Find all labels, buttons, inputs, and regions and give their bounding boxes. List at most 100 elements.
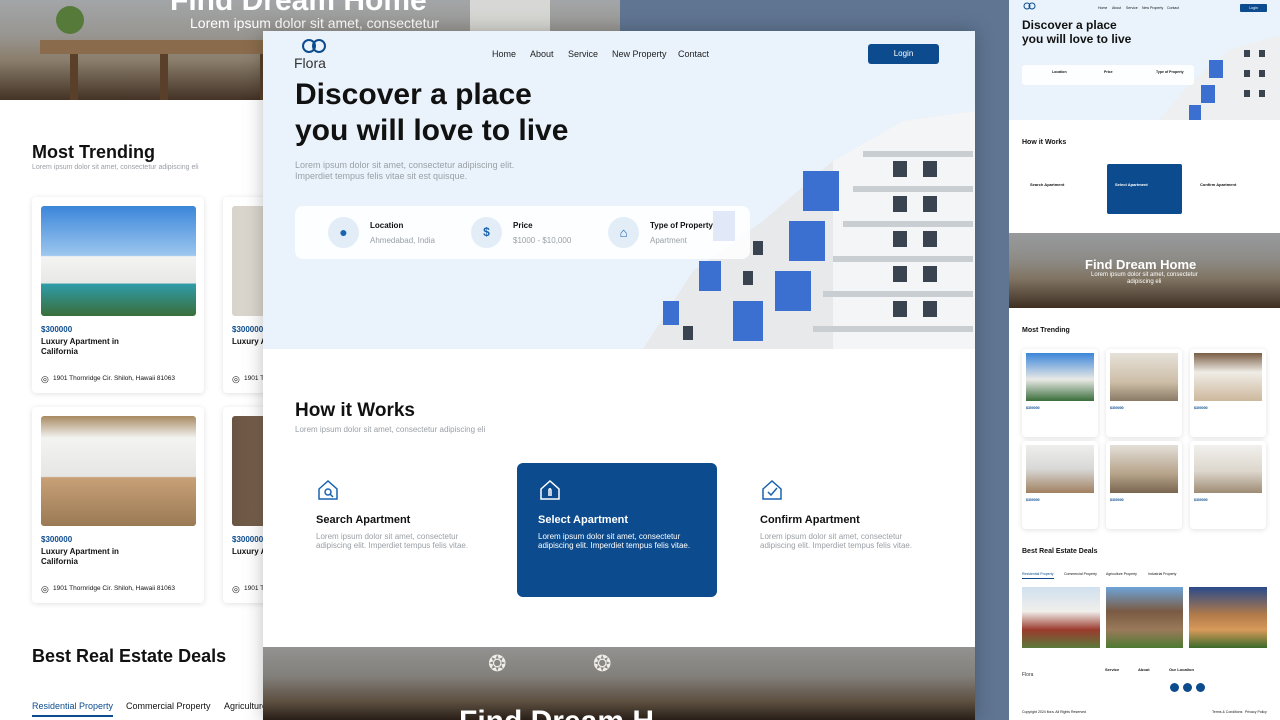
mini-step-title: Search Apartment xyxy=(1030,182,1065,187)
mini-footer-col-service: Service xyxy=(1105,667,1120,672)
mini-footer-privacy[interactable]: Privacy Policy xyxy=(1245,710,1267,714)
deal-tab-commercial[interactable]: Commercial Property xyxy=(126,701,211,711)
dollar-icon: $ xyxy=(471,217,502,248)
property-price: $300000 xyxy=(232,325,264,334)
search-location-label: Location xyxy=(370,221,404,230)
property-image xyxy=(41,206,196,316)
mini-dream-title: Find Dream Home xyxy=(1085,257,1197,272)
mini-card-price: $300000 xyxy=(1026,406,1040,410)
mini-footer-logo: Flora xyxy=(1022,672,1034,678)
house-icon: ⌂ xyxy=(608,217,639,248)
location-pin-icon: ◎ xyxy=(41,584,49,594)
mini-footer-copyright: Copyright 2024 flora. All Rights Reserve… xyxy=(1022,710,1087,714)
hero-section: Flora Home About Service New Property Co… xyxy=(263,31,975,349)
chandelier-icon: ❂ xyxy=(593,651,612,676)
mini-hero-title-line1: Discover a place xyxy=(1022,18,1117,32)
mini-card-price: $300000 xyxy=(1026,498,1040,502)
mini-search-price[interactable]: Price xyxy=(1104,70,1113,74)
mini-hero-title-line2: you will love to live xyxy=(1022,32,1132,46)
mini-nav-home[interactable]: Home xyxy=(1098,6,1107,10)
nav-about[interactable]: About xyxy=(530,49,554,59)
mini-card[interactable]: $300000 xyxy=(1022,349,1098,437)
search-location[interactable]: ● Location Ahmedabad, India xyxy=(328,216,458,250)
nav-home[interactable]: Home xyxy=(492,49,516,59)
login-button[interactable]: Login xyxy=(868,44,939,64)
property-card[interactable]: $300000 Luxury Apartment in California ◎… xyxy=(32,407,204,603)
flora-logo-icon xyxy=(302,39,326,53)
search-type-value: Apartment xyxy=(650,236,687,245)
mini-deal-image xyxy=(1106,587,1183,648)
property-title: Luxury Apartment in California xyxy=(41,547,119,566)
property-price: $300000 xyxy=(41,325,73,334)
mini-nav-contact[interactable]: Contact xyxy=(1167,6,1179,10)
mini-nav-new-property[interactable]: New Property xyxy=(1142,6,1163,10)
mini-card[interactable]: $300000 xyxy=(1190,441,1266,529)
property-card[interactable]: $300000 Luxury Apartment in California ◎… xyxy=(32,197,204,393)
logo[interactable]: Flora xyxy=(294,38,334,74)
left-trending-subtitle: Lorem ipsum dolor sit amet, consectetur … xyxy=(32,164,199,171)
hero-title-line1: Discover a place xyxy=(295,78,532,111)
location-pin-icon: ◎ xyxy=(232,584,240,594)
mini-deal-tab-industrial[interactable]: Industrial Property xyxy=(1148,572,1176,576)
step-title: Search Apartment xyxy=(316,514,411,526)
mini-deal-tab-commercial[interactable]: Commercial Property xyxy=(1064,572,1097,576)
house-check-icon xyxy=(762,479,782,500)
mini-dream-section: Find Dream Home Lorem ipsum dolor sit am… xyxy=(1009,233,1280,308)
step-text: adipiscing elit. Imperdiet tempus felis … xyxy=(538,541,691,550)
mini-card-price: $300000 xyxy=(1194,498,1208,502)
step-title: Confirm Apartment xyxy=(760,514,860,526)
mini-step-select[interactable]: Select Apartment xyxy=(1107,164,1182,214)
hero-description-line2: Imperdiet tempus felis vitae sit est qui… xyxy=(295,171,468,181)
search-location-value: Ahmedabad, India xyxy=(370,236,435,245)
mini-step-search[interactable]: Search Apartment xyxy=(1022,164,1097,214)
mini-search-location[interactable]: Location xyxy=(1052,70,1067,74)
mini-nav-about[interactable]: About xyxy=(1112,6,1121,10)
step-text: Lorem ipsum dolor sit amet, consectetur xyxy=(538,532,681,541)
deal-tab-agriculture[interactable]: Agriculture xyxy=(224,701,267,711)
search-type[interactable]: ⌂ Type of Property Apartment xyxy=(608,216,738,250)
mini-hero: Home About Service New Property Contact … xyxy=(1009,0,1280,120)
mini-footer-terms[interactable]: Terms & Conditions xyxy=(1212,710,1242,714)
nav-contact[interactable]: Contact xyxy=(678,49,709,59)
logo-text: Flora xyxy=(294,55,326,71)
mini-deals-title: Best Real Estate Deals xyxy=(1022,548,1098,555)
deal-tab-residential[interactable]: Residential Property xyxy=(32,701,114,717)
right-page: Home About Service New Property Contact … xyxy=(1009,0,1280,720)
how-subtitle: Lorem ipsum dolor sit amet, consectetur … xyxy=(295,425,486,434)
mini-footer-col-location: Our Location xyxy=(1169,667,1194,672)
step-card-search[interactable]: Search Apartment Lorem ipsum dolor sit a… xyxy=(295,463,495,597)
step-title: Select Apartment xyxy=(538,514,629,526)
mini-dream-sub1: Lorem ipsum dolor sit amet, consectetur xyxy=(1091,272,1198,278)
mini-card[interactable]: $300000 xyxy=(1106,441,1182,529)
search-type-label: Type of Property xyxy=(650,221,713,230)
step-text: Lorem ipsum dolor sit amet, consectetur xyxy=(760,532,903,541)
mini-deal-tab-residential[interactable]: Residential Property xyxy=(1022,572,1054,579)
mini-card[interactable]: $300000 xyxy=(1106,349,1182,437)
mini-step-title: Select Apartment xyxy=(1115,182,1148,187)
social-icon[interactable] xyxy=(1183,683,1192,692)
property-price: $300000 xyxy=(232,535,264,544)
mini-step-confirm[interactable]: Confirm Apartment xyxy=(1192,164,1272,214)
mini-dream-sub2: adipiscing eli xyxy=(1127,279,1162,285)
social-icon[interactable] xyxy=(1170,683,1179,692)
property-address: 1901 Thornridge Cir. Shiloh, Hawaii 8106… xyxy=(53,585,176,592)
social-icon[interactable] xyxy=(1196,683,1205,692)
dream-section: ❂ ❂ Find Dream H xyxy=(263,647,975,720)
search-price[interactable]: $ Price $1000 - $10,000 xyxy=(471,216,591,250)
mini-card-price: $300000 xyxy=(1110,406,1124,410)
mini-card[interactable]: $300000 xyxy=(1190,349,1266,437)
mini-card[interactable]: $300000 xyxy=(1022,441,1098,529)
step-card-select[interactable]: Select Apartment Lorem ipsum dolor sit a… xyxy=(517,463,717,597)
mini-deal-image xyxy=(1022,587,1100,648)
mini-login-button[interactable]: Login xyxy=(1240,4,1267,12)
mini-nav-service[interactable]: Service xyxy=(1126,6,1138,10)
location-pin-icon: ◎ xyxy=(41,374,49,384)
step-card-confirm[interactable]: Confirm Apartment Lorem ipsum dolor sit … xyxy=(739,463,949,597)
nav-new-property[interactable]: New Property xyxy=(612,49,667,59)
mini-deal-tab-agriculture[interactable]: Agriculture Property xyxy=(1106,572,1137,576)
mini-search-type[interactable]: Type of Property xyxy=(1156,70,1184,74)
nav-service[interactable]: Service xyxy=(568,49,598,59)
mini-logo-icon xyxy=(1023,2,1036,10)
search-price-label: Price xyxy=(513,221,533,230)
how-title: How it Works xyxy=(295,400,415,421)
